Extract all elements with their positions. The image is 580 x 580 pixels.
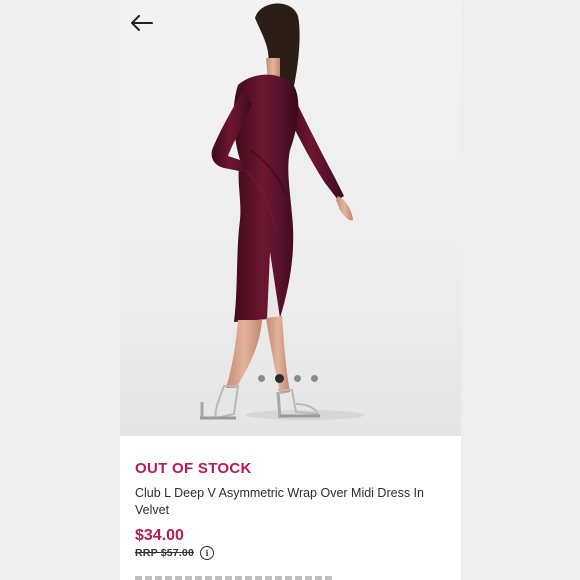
product-price: $34.00	[135, 527, 184, 544]
carousel-dot[interactable]	[294, 375, 301, 382]
back-button[interactable]	[128, 10, 156, 36]
product-page: OUT OF STOCK Club L Deep V Asymmetric Wr…	[120, 0, 461, 580]
arrow-left-icon	[131, 15, 153, 31]
product-photo	[200, 3, 365, 420]
carousel-dot[interactable]	[258, 375, 265, 382]
product-code-cutoff	[135, 576, 335, 580]
carousel-dot-active[interactable]	[275, 374, 284, 383]
product-image-carousel[interactable]	[120, 0, 461, 436]
carousel-indicator	[258, 374, 318, 383]
stock-status: OUT OF STOCK	[135, 460, 252, 477]
product-info: OUT OF STOCK Club L Deep V Asymmetric Wr…	[135, 460, 455, 560]
rrp-row: RRP $57.00 i	[135, 546, 455, 560]
rrp-price: RRP $57.00	[135, 547, 195, 559]
product-title: Club L Deep V Asymmetric Wrap Over Midi …	[135, 486, 424, 517]
carousel-dot[interactable]	[311, 375, 318, 382]
info-icon[interactable]: i	[200, 546, 215, 560]
